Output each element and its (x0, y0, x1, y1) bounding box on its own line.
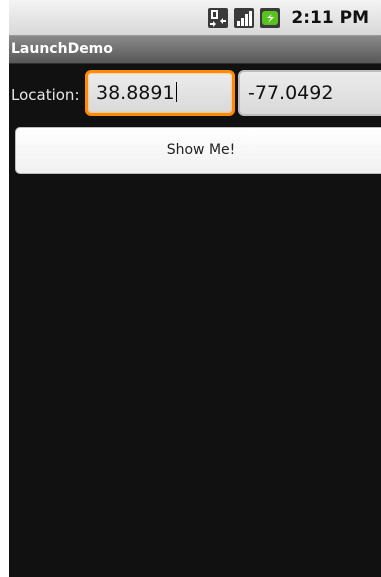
signal-icon (234, 8, 255, 28)
status-time: 2:11 PM (291, 8, 369, 28)
battery-charging-icon (260, 8, 281, 28)
latitude-value: 38.8891 (96, 82, 175, 104)
longitude-value: -77.0492 (248, 82, 334, 104)
app-title-bar: LaunchDemo (9, 36, 381, 64)
longitude-input[interactable]: -77.0492 (238, 70, 381, 116)
status-icons: 2:11 PM (207, 6, 369, 30)
location-label: Location: (11, 86, 80, 104)
data-transfer-icon (208, 8, 229, 28)
app-title: LaunchDemo (11, 41, 113, 57)
show-me-button[interactable]: Show Me! (15, 127, 381, 174)
latitude-input[interactable]: 38.8891 (85, 70, 235, 116)
text-cursor (175, 82, 177, 102)
app-screen: 2:11 PM LaunchDemo Location: 38.8891 -77… (9, 0, 381, 577)
status-bar: 2:11 PM (9, 0, 381, 36)
